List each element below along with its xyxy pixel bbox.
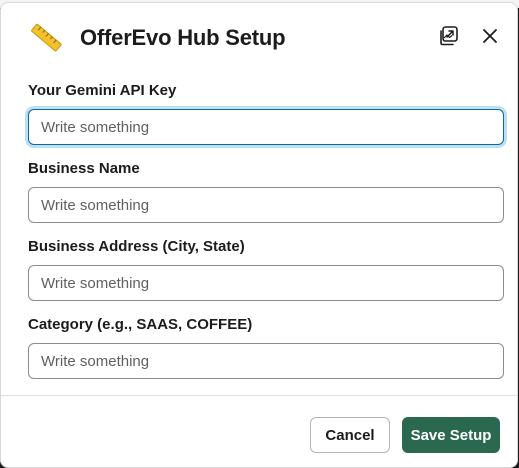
close-icon [481,27,499,50]
modal-title: OfferEvo Hub Setup [80,25,286,50]
popout-icon [437,25,459,52]
field-gemini-api-key: Your Gemini API Key [28,81,504,159]
business-name-input[interactable] [28,187,504,223]
ruler-icon [29,23,63,53]
cancel-button[interactable]: Cancel [310,417,390,453]
business-address-input[interactable] [28,265,504,301]
popout-button[interactable] [435,25,461,51]
field-category: Category (e.g., SAAS, COFFEE) [28,315,504,393]
category-input[interactable] [28,343,504,379]
setup-modal: OfferEvo Hub Setup Your Gemini API Key W… [0,2,518,468]
modal-header: OfferEvo Hub Setup [1,3,517,69]
field-business-name: Business Name [28,159,504,237]
footer-divider [1,395,517,396]
close-button[interactable] [477,25,503,51]
field-label: Business Address (City, State) [28,238,245,255]
gemini-api-key-input[interactable] [28,109,504,145]
setup-form: Your Gemini API Key Business Name Busine… [28,81,504,393]
field-label: Category (e.g., SAAS, COFFEE) [28,316,253,333]
save-setup-button[interactable]: Save Setup [402,417,500,453]
field-business-address: Business Address (City, State) [28,237,504,315]
field-label: Your Gemini API Key [28,82,177,99]
field-label: Business Name [28,160,140,177]
